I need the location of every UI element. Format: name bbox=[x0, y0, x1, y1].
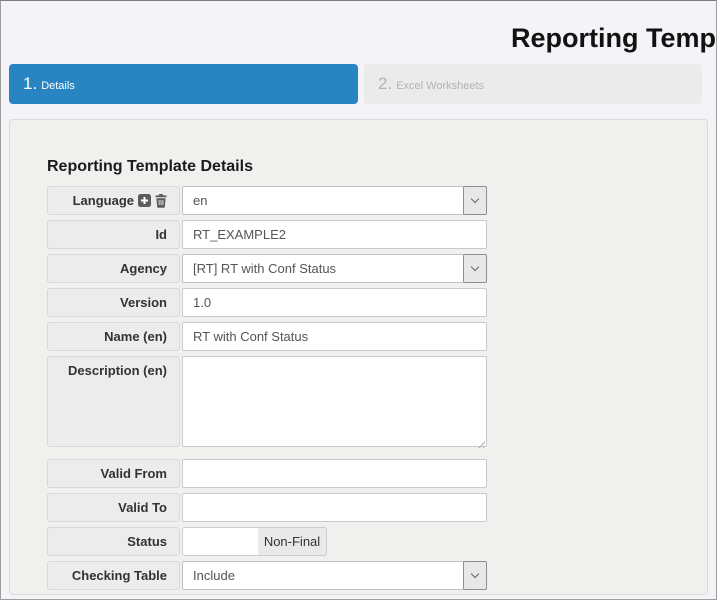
row-status: Status Non-Final bbox=[47, 527, 707, 556]
id-label: Id bbox=[155, 227, 167, 242]
language-select-button[interactable] bbox=[463, 186, 487, 215]
wizard-tabs: 1. Details 2. Excel Worksheets bbox=[9, 64, 702, 104]
reporting-template-window: Reporting Template 1. Details 2. Excel W… bbox=[0, 0, 717, 600]
checking-table-select[interactable]: Include bbox=[182, 561, 487, 590]
status-toggle-handle[interactable] bbox=[183, 528, 258, 555]
row-name: Name (en) bbox=[47, 322, 707, 351]
valid-from-label: Valid From bbox=[101, 466, 167, 481]
status-label-cell: Status bbox=[47, 527, 180, 556]
valid-to-label-cell: Valid To bbox=[47, 493, 180, 522]
details-panel: Reporting Template Details Language bbox=[9, 119, 708, 595]
description-label-cell: Description (en) bbox=[47, 356, 180, 447]
valid-to-input[interactable] bbox=[182, 493, 487, 522]
name-label: Name (en) bbox=[104, 329, 167, 344]
agency-select[interactable]: [RT] RT with Conf Status bbox=[182, 254, 487, 283]
tab-excel-worksheets-label: Excel Worksheets bbox=[396, 80, 484, 92]
language-label: Language bbox=[73, 193, 134, 208]
tab-details[interactable]: 1. Details bbox=[9, 64, 358, 104]
language-select[interactable]: en bbox=[182, 186, 487, 215]
row-id: Id bbox=[47, 220, 707, 249]
chevron-down-icon bbox=[471, 263, 479, 271]
checking-table-select-button[interactable] bbox=[463, 561, 487, 590]
row-language: Language en bbox=[47, 186, 707, 215]
chevron-down-icon bbox=[471, 570, 479, 578]
valid-to-label: Valid To bbox=[118, 500, 167, 515]
plus-square-icon[interactable] bbox=[138, 194, 151, 207]
checking-table-control: Include bbox=[182, 561, 487, 590]
id-input[interactable] bbox=[182, 220, 487, 249]
row-valid-from: Valid From bbox=[47, 459, 707, 488]
status-toggle[interactable]: Non-Final bbox=[182, 527, 327, 556]
chevron-down-icon bbox=[471, 195, 479, 203]
row-description: Description (en) bbox=[47, 356, 707, 452]
section-heading: Reporting Template Details bbox=[47, 158, 707, 176]
tab-details-number: 1. bbox=[23, 74, 37, 94]
valid-from-input[interactable] bbox=[182, 459, 487, 488]
version-control bbox=[182, 288, 487, 317]
trash-icon[interactable] bbox=[155, 194, 167, 208]
valid-from-label-cell: Valid From bbox=[47, 459, 180, 488]
valid-from-control bbox=[182, 459, 487, 488]
checking-table-select-value: Include bbox=[183, 568, 463, 583]
name-label-cell: Name (en) bbox=[47, 322, 180, 351]
row-valid-to: Valid To bbox=[47, 493, 707, 522]
page-title: Reporting Template bbox=[511, 23, 717, 54]
agency-label-cell: Agency bbox=[47, 254, 180, 283]
id-control bbox=[182, 220, 487, 249]
row-version: Version bbox=[47, 288, 707, 317]
version-label-cell: Version bbox=[47, 288, 180, 317]
id-label-cell: Id bbox=[47, 220, 180, 249]
status-toggle-state: Non-Final bbox=[258, 528, 326, 555]
version-label: Version bbox=[120, 295, 167, 310]
checking-table-label-cell: Checking Table bbox=[47, 561, 180, 590]
agency-select-button[interactable] bbox=[463, 254, 487, 283]
row-agency: Agency [RT] RT with Conf Status bbox=[47, 254, 707, 283]
name-input[interactable] bbox=[182, 322, 487, 351]
tab-details-label: Details bbox=[41, 80, 75, 92]
language-label-cell: Language bbox=[47, 186, 180, 215]
description-control bbox=[182, 356, 487, 452]
description-label: Description (en) bbox=[68, 363, 167, 378]
status-label: Status bbox=[127, 534, 167, 549]
valid-to-control bbox=[182, 493, 487, 522]
agency-label: Agency bbox=[120, 261, 167, 276]
language-control: en bbox=[182, 186, 487, 215]
details-form: Language en bbox=[47, 186, 707, 590]
name-control bbox=[182, 322, 487, 351]
row-checking-table: Checking Table Include bbox=[47, 561, 707, 590]
description-textarea[interactable] bbox=[182, 356, 487, 447]
version-input[interactable] bbox=[182, 288, 487, 317]
agency-select-value: [RT] RT with Conf Status bbox=[183, 261, 463, 276]
language-select-value: en bbox=[183, 193, 463, 208]
agency-control: [RT] RT with Conf Status bbox=[182, 254, 487, 283]
tab-excel-worksheets-number: 2. bbox=[378, 74, 392, 94]
checking-table-label: Checking Table bbox=[72, 568, 167, 583]
tab-excel-worksheets[interactable]: 2. Excel Worksheets bbox=[364, 64, 702, 104]
